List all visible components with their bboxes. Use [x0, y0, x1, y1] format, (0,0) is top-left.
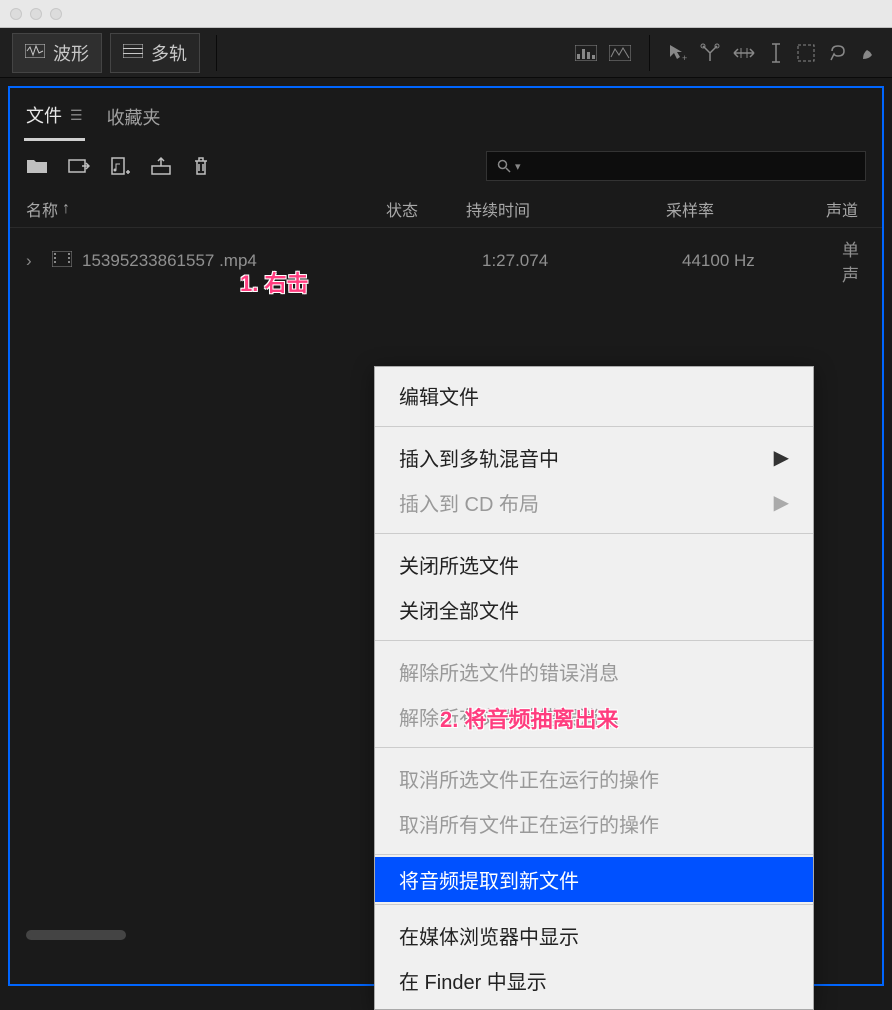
sort-arrow-icon: ↑ — [62, 200, 70, 218]
time-selection-tool-icon[interactable] — [768, 42, 784, 64]
menu-separator — [375, 640, 813, 641]
column-name[interactable]: 名称 ↑ — [26, 197, 386, 221]
menu-insert-multitrack[interactable]: 插入到多轨混音中▶ — [375, 435, 813, 480]
column-sample-rate[interactable]: 采样率 — [666, 197, 826, 221]
new-file-icon[interactable] — [110, 156, 130, 176]
toolbar-divider-2 — [649, 35, 650, 71]
window-titlebar — [0, 0, 892, 28]
main-toolbar: 波形 多轨 + — [0, 28, 892, 78]
file-channels: 单声 — [842, 236, 866, 286]
spectral-display-icon[interactable] — [575, 45, 597, 61]
import-file-icon[interactable] — [68, 157, 90, 175]
file-sample-rate: 44100 Hz — [682, 251, 842, 271]
waveform-label: 波形 — [53, 40, 89, 66]
menu-close-selected[interactable]: 关闭所选文件 — [375, 542, 813, 587]
menu-edit-file[interactable]: 编辑文件 — [375, 373, 813, 418]
move-tool-icon[interactable]: + — [668, 43, 688, 63]
menu-clear-selected-errors: 解除所选文件的错误消息 — [375, 649, 813, 694]
file-duration: 1:27.074 — [482, 251, 682, 271]
files-panel: 文件 ☰ 收藏夹 ▾ 名称 ↑ 状态 持续时间 采样率 声道 › 1539523… — [8, 86, 884, 986]
lasso-tool-icon[interactable] — [828, 43, 848, 63]
minimize-window-icon[interactable] — [30, 8, 42, 20]
menu-separator — [375, 533, 813, 534]
tab-files-label: 文件 — [26, 102, 62, 128]
record-icon[interactable] — [150, 156, 172, 176]
file-name: 15395233861557 .mp4 — [82, 251, 382, 271]
menu-separator — [375, 854, 813, 855]
razor-tool-icon[interactable] — [700, 43, 720, 63]
column-channels[interactable]: 声道 — [826, 197, 866, 221]
menu-show-in-browser[interactable]: 在媒体浏览器中显示 — [375, 913, 813, 958]
toolbar-divider — [216, 35, 217, 71]
multitrack-mode-button[interactable]: 多轨 — [110, 33, 200, 73]
marquee-tool-icon[interactable] — [796, 43, 816, 63]
column-status[interactable]: 状态 — [386, 197, 466, 221]
file-list-header: 名称 ↑ 状态 持续时间 采样率 声道 — [10, 191, 882, 228]
menu-separator — [375, 747, 813, 748]
tab-favorites-label: 收藏夹 — [107, 104, 161, 130]
scroll-thumb[interactable] — [26, 930, 126, 940]
menu-close-all[interactable]: 关闭全部文件 — [375, 587, 813, 632]
maximize-window-icon[interactable] — [50, 8, 62, 20]
close-window-icon[interactable] — [10, 8, 22, 20]
submenu-arrow-icon: ▶ — [774, 445, 789, 470]
search-input[interactable]: ▾ — [486, 151, 866, 181]
waveform-icon — [25, 42, 45, 63]
menu-show-in-finder[interactable]: 在 Finder 中显示 — [375, 958, 813, 1003]
file-row[interactable]: › 15395233861557 .mp4 1:27.074 44100 Hz … — [10, 228, 882, 294]
menu-separator — [375, 426, 813, 427]
menu-clear-all-errors: 解除所有文件的错误消息 — [375, 694, 813, 739]
expand-icon[interactable]: › — [26, 251, 42, 271]
submenu-arrow-icon: ▶ — [774, 490, 789, 515]
menu-cancel-selected-ops: 取消所选文件正在运行的操作 — [375, 756, 813, 801]
tab-favorites[interactable]: 收藏夹 — [105, 98, 163, 140]
menu-cancel-all-ops: 取消所有文件正在运行的操作 — [375, 801, 813, 846]
video-file-icon — [52, 251, 72, 272]
waveform-mode-button[interactable]: 波形 — [12, 33, 102, 73]
panel-menu-icon[interactable]: ☰ — [70, 107, 83, 124]
panel-toolbar: ▾ — [10, 141, 882, 191]
open-file-icon[interactable] — [26, 157, 48, 175]
tab-files[interactable]: 文件 ☰ — [24, 96, 85, 141]
menu-extract-audio[interactable]: 将音频提取到新文件 — [375, 857, 813, 902]
context-menu: 编辑文件 插入到多轨混音中▶ 插入到 CD 布局▶ 关闭所选文件 关闭全部文件 … — [374, 366, 814, 1010]
pitch-display-icon[interactable] — [609, 45, 631, 61]
search-icon — [497, 159, 511, 173]
multitrack-icon — [123, 42, 143, 63]
svg-text:+: + — [682, 53, 687, 63]
multitrack-label: 多轨 — [151, 40, 187, 66]
slip-tool-icon[interactable] — [732, 45, 756, 61]
brush-tool-icon[interactable] — [860, 43, 880, 63]
menu-separator — [375, 904, 813, 905]
menu-insert-cd: 插入到 CD 布局▶ — [375, 480, 813, 525]
panel-tab-bar: 文件 ☰ 收藏夹 — [10, 88, 882, 141]
column-duration[interactable]: 持续时间 — [466, 197, 666, 221]
delete-icon[interactable] — [192, 156, 210, 176]
